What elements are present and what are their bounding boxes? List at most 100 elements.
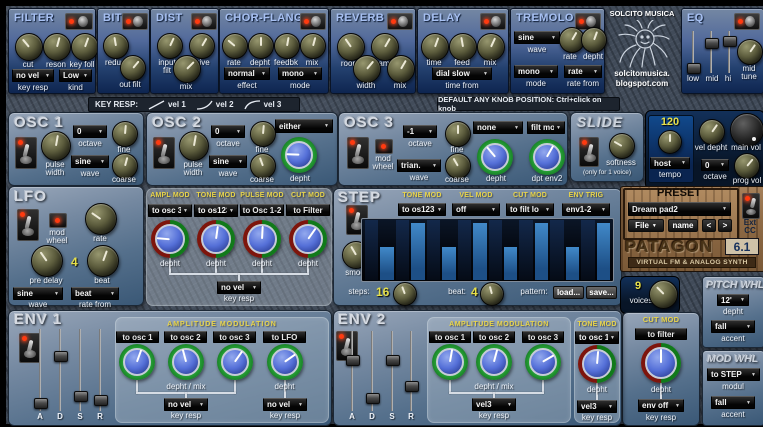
env2-tonemod-depth-knob[interactable] [578,345,616,383]
osc2-fine-knob[interactable] [250,121,276,147]
eq-power-switch[interactable] [734,13,760,30]
amplmod-depth-knob[interactable] [151,220,189,258]
osc2-octave-dropdown[interactable]: 0 [211,125,245,138]
tremolo-wave-dropdown[interactable]: sine [514,31,560,44]
step-velmod-dropdown[interactable]: off [452,203,500,216]
chorus-effect-dropdown[interactable]: normal [224,67,270,80]
bit-power-switch[interactable] [122,13,148,30]
osc1-fine-knob[interactable] [112,121,138,147]
cutmod-depth-knob[interactable] [289,220,327,258]
lfo-predelay-knob[interactable] [31,245,63,277]
env2-cutmod-keyresp-dropdown[interactable]: env off [638,399,684,412]
osc3-modwheel-button[interactable] [375,139,393,154]
env2-toosc1-knob[interactable] [432,344,468,380]
osc3-power-switch[interactable] [347,137,369,169]
env1-decay-handle[interactable] [54,351,68,362]
eq-hi-handle[interactable] [723,36,737,47]
step-bar-5[interactable] [427,220,440,280]
dist-power-switch[interactable] [191,13,217,30]
lfo-beat-knob[interactable] [87,245,119,277]
osc1-octave-dropdown[interactable]: 0 [73,125,107,138]
slide-softness-knob[interactable] [609,133,635,159]
env2-attack-handle[interactable] [346,355,360,366]
modwhl-accent-dropdown[interactable]: fall [711,396,755,409]
env1-sustain-slider[interactable] [73,329,87,411]
slide-switch[interactable] [579,137,599,167]
step-beat-knob[interactable] [480,282,504,306]
eq-low-handle[interactable] [687,63,701,74]
osc3-wave-dropdown[interactable]: trian. [397,159,441,172]
lfo-ratefrom-dropdown[interactable]: beat [71,287,119,300]
step-bar-16[interactable] [597,223,610,280]
preset-select-dropdown[interactable]: Dream pad2 [628,202,731,216]
step-bar-1[interactable] [365,220,378,280]
pitchwhl-depth-dropdown[interactable]: 12' [717,294,749,306]
osc1-power-switch[interactable] [15,137,37,169]
env2-keyresp-dropdown[interactable]: vel3 [472,398,516,411]
env1-toosc2-knob[interactable] [168,344,204,380]
preset-next-button[interactable]: > [718,219,732,232]
env1-tolfo-knob[interactable] [267,344,303,380]
delay-power-switch[interactable] [480,13,506,30]
chorus-mix-knob[interactable] [300,33,326,59]
eq-low-slider[interactable] [686,31,700,73]
mainvol-knob[interactable] [730,113,763,147]
filter-reson-knob[interactable] [43,33,71,61]
filter-keyfoll-knob[interactable] [71,33,99,61]
osc3-fmdepth-knob[interactable] [477,139,513,175]
step-bar-7[interactable] [458,220,471,280]
osc2-pulsewidth-knob[interactable] [179,131,209,161]
delay-feed-knob[interactable] [449,33,477,61]
osc2-power-switch[interactable] [153,137,175,169]
osc3-filtmod-dropdown[interactable]: filt mod1 [527,121,565,134]
steps-knob[interactable] [393,282,417,306]
env2-decay-slider[interactable] [365,331,379,411]
reverb-power-switch[interactable] [387,13,413,30]
env2-cutmod-depth-knob[interactable] [641,343,681,383]
step-tonemod-dropdown[interactable]: to os123 [398,203,446,216]
eq-mid-handle[interactable] [705,38,719,49]
tonemod-depth-knob[interactable] [197,220,235,258]
env2-attack-slider[interactable] [345,331,359,411]
chorus-mode-dropdown[interactable]: mono [278,67,322,80]
env1-release-handle[interactable] [94,395,108,406]
step-bar-3[interactable] [396,220,409,280]
eq-mid-slider[interactable] [704,31,718,73]
delay-time-knob[interactable] [421,33,449,61]
osc1-wave-dropdown[interactable]: sine [71,155,109,168]
env1-lfo-keyresp-dropdown[interactable]: no vel [263,398,307,411]
step-cutmod-dropdown[interactable]: to filt lo [506,203,554,216]
master-octave-dropdown[interactable]: 0 [701,159,729,171]
chorus-rate-knob[interactable] [222,33,248,59]
env1-sustain-handle[interactable] [74,391,88,402]
osc3-fine-knob[interactable] [445,121,471,147]
osc3-fmsource-dropdown[interactable]: none [473,121,523,134]
osc1-pulsewidth-knob[interactable] [41,131,71,161]
bit-reduc-knob[interactable] [103,33,129,59]
delay-mix-knob[interactable] [477,33,505,61]
dist-mix-knob[interactable] [173,55,201,83]
veldepth-knob[interactable] [699,119,725,145]
lfo-wave-dropdown[interactable]: sine [13,287,63,300]
pattern-load-button[interactable]: load... [553,286,584,299]
step-bar-14[interactable] [566,247,579,280]
lfo-modwheel-button[interactable] [49,213,67,228]
env1-attack-handle[interactable] [34,398,48,409]
filter-keyresp-dropdown[interactable]: no vel [12,69,54,82]
env2-sustain-slider[interactable] [385,331,399,411]
step-bar-11[interactable] [519,220,532,280]
chorus-depth-knob[interactable] [248,33,274,59]
tonemod-target-dropdown[interactable]: to os123 [194,204,238,217]
step-envtrig-dropdown[interactable]: env1-2 [562,203,610,216]
bit-outfilt-knob[interactable] [120,55,146,81]
osc3-dptenv2-knob[interactable] [529,139,565,175]
step-display[interactable] [361,218,614,282]
eq-midtune-knob[interactable] [737,39,763,65]
tremolo-mode-dropdown[interactable]: mono [514,65,558,78]
env2-tonemod-keyresp-dropdown[interactable]: vel3 [577,400,617,413]
env1-attack-slider[interactable] [33,329,47,411]
chorus-feedback-knob[interactable] [274,33,300,59]
step-bar-10[interactable] [504,247,517,280]
env2-release-slider[interactable] [404,331,418,411]
osc2-wave-dropdown[interactable]: sine [209,155,247,168]
